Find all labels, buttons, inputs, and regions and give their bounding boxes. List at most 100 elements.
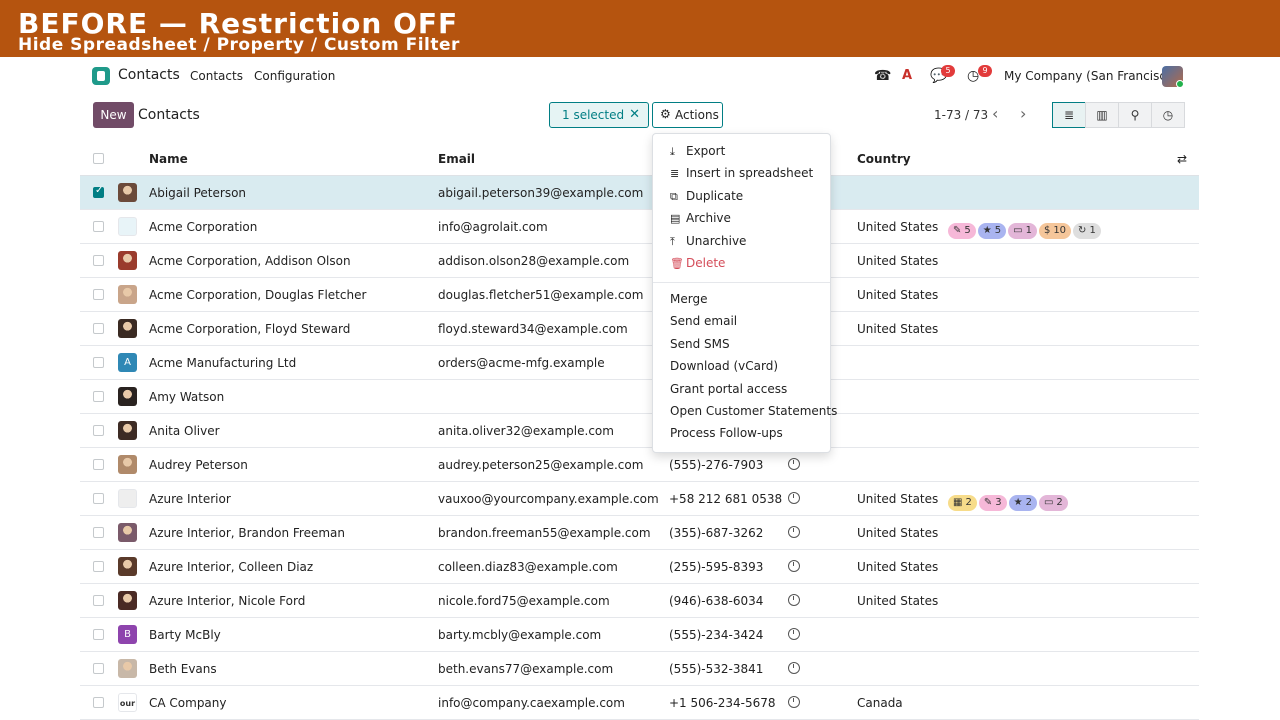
table-row[interactable]: Acme Corporation, Addison Olson addison.o… bbox=[80, 244, 1199, 278]
stat-tag[interactable]: ★ 5 bbox=[977, 223, 1007, 239]
row-checkbox[interactable] bbox=[93, 425, 104, 436]
menu-item-download-vcard-[interactable]: Download (vCard) bbox=[670, 359, 778, 373]
row-checkbox[interactable] bbox=[93, 595, 104, 606]
row-checkbox[interactable] bbox=[93, 221, 104, 232]
contact-phone: (555)-276-7903 bbox=[669, 458, 764, 472]
avatar bbox=[118, 523, 137, 542]
pager-next-icon[interactable]: › bbox=[1020, 104, 1026, 123]
row-checkbox[interactable] bbox=[93, 459, 104, 470]
row-checkbox[interactable] bbox=[93, 493, 104, 504]
tag-icon: ✎ bbox=[983, 497, 993, 508]
menu-item-duplicate[interactable]: ⧉ Duplicate bbox=[670, 189, 743, 204]
avatar: A bbox=[118, 353, 137, 372]
stat-tag[interactable]: ▭ 1 bbox=[1008, 223, 1037, 239]
menu-item-label: Insert in spreadsheet bbox=[686, 166, 814, 181]
phone-icon[interactable]: ☎ bbox=[874, 68, 891, 84]
activity-clock-icon[interactable] bbox=[788, 696, 800, 708]
menu-item-process-follow-ups[interactable]: Process Follow-ups bbox=[670, 426, 783, 440]
row-checkbox[interactable] bbox=[93, 391, 104, 402]
table-row[interactable]: A Acme Manufacturing Ltd orders@acme-mfg.e… bbox=[80, 346, 1199, 380]
stat-tag[interactable]: ★ 2 bbox=[1008, 495, 1037, 511]
table-row[interactable]: Beth Evans beth.evans77@example.com (555)-… bbox=[80, 652, 1199, 686]
tag-icon: ▭ bbox=[1043, 497, 1054, 508]
row-checkbox[interactable] bbox=[93, 629, 104, 640]
row-checkbox[interactable] bbox=[93, 185, 104, 198]
list-view-icon[interactable]: ≣ bbox=[1052, 102, 1086, 128]
activity-clock-icon[interactable] bbox=[788, 628, 800, 640]
map-view-icon[interactable]: ⚲ bbox=[1118, 102, 1152, 128]
table-row[interactable]: Azure Interior vauxoo@yourcompany.example… bbox=[80, 482, 1199, 516]
activity-clock-icon[interactable] bbox=[788, 594, 800, 606]
menu-item-insert-in-spreadsheet[interactable]: ≣ Insert in spreadsheet bbox=[670, 166, 813, 180]
company-switcher[interactable]: My Company (San Francisco) bbox=[1004, 69, 1178, 83]
new-button[interactable]: New bbox=[93, 102, 134, 128]
contact-phone: +58 212 681 0538 bbox=[669, 492, 783, 506]
activity-clock-icon[interactable] bbox=[788, 458, 800, 470]
stat-tag[interactable]: ✎ 5 bbox=[948, 223, 976, 239]
stat-tag[interactable]: ✎ 3 bbox=[978, 495, 1007, 511]
nav-contacts[interactable]: Contacts bbox=[190, 69, 243, 83]
table-row[interactable]: Acme Corporation info@agrolait.com United … bbox=[80, 210, 1199, 244]
stat-tags: ▦ 2 ✎ 3 ★ 2 ▭ 2 bbox=[948, 490, 1070, 511]
menu-item-export[interactable]: ⤓ Export bbox=[670, 144, 725, 159]
table-row[interactable]: Azure Interior, Colleen Diaz colleen.diaz… bbox=[80, 550, 1199, 584]
row-checkbox[interactable] bbox=[93, 697, 104, 708]
activity-clock-icon[interactable] bbox=[788, 492, 800, 504]
table-row[interactable]: Abigail Peterson abigail.peterson39@examp… bbox=[80, 176, 1199, 210]
menu-item-send-sms[interactable]: Send SMS bbox=[670, 337, 730, 351]
menu-item-grant-portal-access[interactable]: Grant portal access bbox=[670, 382, 787, 396]
row-checkbox[interactable] bbox=[93, 323, 104, 334]
table-row[interactable]: Anita Oliver anita.oliver32@example.com bbox=[80, 414, 1199, 448]
table-row[interactable]: Acme Corporation, Douglas Fletcher dougla… bbox=[80, 278, 1199, 312]
stat-tag[interactable]: ▭ 2 bbox=[1038, 495, 1068, 511]
row-checkbox[interactable] bbox=[93, 663, 104, 674]
activity-view-icon[interactable]: ◷ bbox=[1151, 102, 1185, 128]
stat-tag[interactable]: ▦ 2 bbox=[948, 495, 977, 511]
activity-clock-icon[interactable] bbox=[788, 662, 800, 674]
activity-clock-icon[interactable] bbox=[788, 560, 800, 572]
header-email[interactable]: Email bbox=[438, 152, 475, 166]
actions-label: Actions bbox=[675, 108, 719, 122]
table-row[interactable]: Azure Interior, Brandon Freeman brandon.f… bbox=[80, 516, 1199, 550]
pager-prev-icon[interactable]: ‹ bbox=[992, 104, 998, 123]
avatar bbox=[118, 217, 137, 236]
menu-item-unarchive[interactable]: ⤒ Unarchive bbox=[670, 234, 746, 249]
table-row[interactable]: Amy Watson bbox=[80, 380, 1199, 414]
menu-item-open-customer-statements[interactable]: Open Customer Statements bbox=[670, 404, 837, 418]
table-row[interactable]: Azure Interior, Nicole Ford nicole.ford75… bbox=[80, 584, 1199, 618]
table-row[interactable]: our l CA Company info@company.caexample.co… bbox=[80, 686, 1199, 720]
stat-tag[interactable]: ↻ 1 bbox=[1073, 223, 1101, 239]
menu-item-delete[interactable]: 🗑 Delete bbox=[670, 256, 725, 270]
nav-configuration[interactable]: Configuration bbox=[254, 69, 335, 83]
table-row[interactable]: Acme Corporation, Floyd Steward floyd.ste… bbox=[80, 312, 1199, 346]
tag-count: 2 bbox=[1056, 497, 1063, 508]
optional-columns-icon[interactable]: ⇄ bbox=[1177, 152, 1187, 166]
row-checkbox[interactable] bbox=[93, 289, 104, 300]
actions-button[interactable]: ⚙ Actions bbox=[652, 102, 723, 128]
contact-phone: (355)-687-3262 bbox=[669, 526, 764, 540]
row-checkbox[interactable] bbox=[93, 527, 104, 538]
clear-selection-icon[interactable]: ✕ bbox=[629, 107, 640, 122]
kanban-view-icon[interactable]: ▥ bbox=[1085, 102, 1119, 128]
menu-item-merge[interactable]: Merge bbox=[670, 292, 707, 306]
activity-clock-icon[interactable] bbox=[788, 526, 800, 538]
stat-tag[interactable]: $10 bbox=[1038, 223, 1072, 239]
selection-indicator[interactable]: 1 selected ✕ bbox=[549, 102, 649, 128]
pager-value[interactable]: 1-73 / 73 bbox=[934, 108, 988, 122]
row-checkbox[interactable] bbox=[93, 357, 104, 368]
ai-icon[interactable]: A bbox=[902, 68, 912, 83]
tag-count: 3 bbox=[995, 497, 1002, 508]
header-name[interactable]: Name bbox=[149, 152, 188, 166]
row-checkbox[interactable] bbox=[93, 255, 104, 266]
select-all-checkbox[interactable] bbox=[93, 153, 104, 164]
tag-count: 1 bbox=[1025, 225, 1032, 236]
row-checkbox[interactable] bbox=[93, 561, 104, 572]
menu-item-archive[interactable]: ▤ Archive bbox=[670, 211, 731, 225]
contacts-app-icon[interactable] bbox=[92, 67, 110, 85]
contact-email: douglas.fletcher51@example.com bbox=[438, 288, 644, 302]
table-row[interactable]: Audrey Peterson audrey.peterson25@example… bbox=[80, 448, 1199, 482]
table-row[interactable]: B Barty McBly barty.mcbly@example.com (555)… bbox=[80, 618, 1199, 652]
app-name[interactable]: Contacts bbox=[118, 67, 180, 83]
menu-item-send-email[interactable]: Send email bbox=[670, 314, 737, 328]
header-country[interactable]: Country bbox=[857, 152, 911, 166]
